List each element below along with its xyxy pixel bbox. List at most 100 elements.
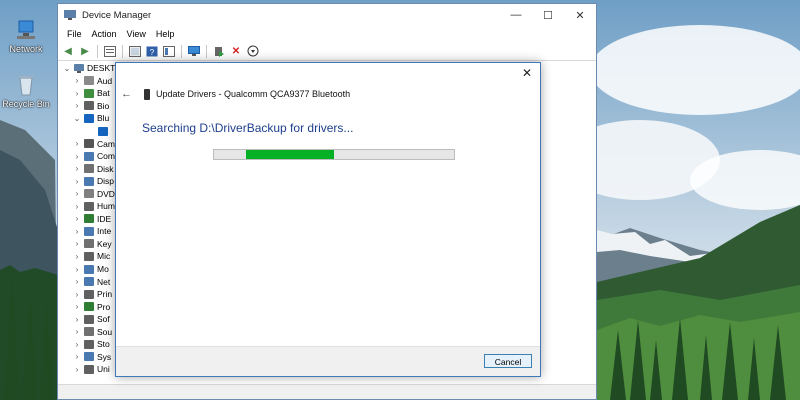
help-icon[interactable]: ? [145,44,159,58]
tree-item-label: Disp [97,176,115,187]
progress-bar-fill [246,150,334,159]
tree-item-label: Cam [97,138,115,149]
device-category-icon [84,339,94,349]
device-category-icon [84,264,94,274]
chevron-right-icon[interactable]: › [72,189,82,198]
device-category-icon [84,327,94,337]
chevron-right-icon[interactable]: › [72,252,82,261]
tree-item-label: Hum [97,201,115,212]
chevron-right-icon[interactable]: › [72,340,82,349]
monitor-icon[interactable] [187,44,201,58]
menu-action[interactable]: Action [87,29,122,39]
device-category-icon [84,239,94,249]
back-arrow-icon[interactable]: ← [121,88,132,100]
device-category-icon [84,176,94,186]
device-category-icon [84,352,94,362]
minimize-button[interactable]: — [500,4,532,26]
tree-item-label: Sto [97,339,110,350]
chevron-right-icon[interactable]: › [72,89,82,98]
chevron-right-icon[interactable]: › [72,227,82,236]
device-category-icon [84,139,94,149]
tree-item-label: Sou [97,326,113,337]
toolbar-separator [122,44,123,58]
chevron-right-icon[interactable]: › [72,202,82,211]
device-category-icon [84,76,94,86]
chevron-right-icon[interactable]: › [72,352,82,361]
refresh-icon[interactable] [128,44,142,58]
device-category-icon [84,164,94,174]
device-category-icon [84,88,94,98]
chevron-right-icon[interactable]: › [72,239,82,248]
tree-item-label: Key [97,238,112,249]
menu-view[interactable]: View [122,29,151,39]
desktop-icon-recycle-bin[interactable]: Recycle Bin [0,73,52,109]
chevron-right-icon[interactable]: › [72,101,82,110]
chevron-right-icon[interactable]: › [72,164,82,173]
tree-item-label: Bio [97,100,110,111]
computer-icon [74,63,84,73]
device-category-icon [98,126,108,136]
chevron-right-icon[interactable]: › [72,302,82,311]
tree-item-label: Blu [97,113,110,124]
chevron-right-icon[interactable]: › [72,315,82,324]
dialog-footer: Cancel [116,346,540,376]
uninstall-icon[interactable]: ✕ [229,44,243,58]
toolbar-separator [206,44,207,58]
close-button[interactable]: ✕ [564,4,596,26]
device-category-icon [84,314,94,324]
chevron-right-icon[interactable]: › [72,365,82,374]
chevron-right-icon[interactable]: › [72,177,82,186]
update-drivers-dialog: ✕ ← Update Drivers - Qualcomm QCA9377 Bl… [115,62,541,377]
download-icon[interactable] [246,44,260,58]
back-icon[interactable]: ◀ [61,44,75,58]
dialog-close-button[interactable]: ✕ [520,66,534,80]
chevron-right-icon[interactable]: › [72,290,82,299]
device-category-icon [84,101,94,111]
device-manager-icon [64,10,76,20]
tree-item-label: Sys [97,351,112,362]
toolbar: ◀ ▶ ? ✕ [58,42,596,61]
forward-icon[interactable]: ▶ [78,44,92,58]
update-driver-icon[interactable] [212,44,226,58]
desktop-icon-label: Network [9,44,43,54]
svg-text:?: ? [150,48,155,57]
tree-item-label: Uni [97,364,110,375]
maximize-button[interactable]: ☐ [532,4,564,26]
tree-item-label: Prin [97,289,113,300]
tree-item-label: Aud [97,75,113,86]
device-category-icon [84,201,94,211]
device-category-icon [84,113,94,123]
device-category-icon [84,277,94,287]
tree-item-label: IDE [97,213,112,224]
properties-icon[interactable] [103,44,117,58]
cancel-button[interactable]: Cancel [484,354,532,368]
device-category-icon [84,302,94,312]
recycle-bin-icon [13,73,39,97]
desktop-icon-label: Recycle Bin [2,99,50,109]
chevron-right-icon[interactable]: › [72,76,82,85]
chevron-right-icon[interactable]: › [72,214,82,223]
search-status-text: Searching D:\DriverBackup for drivers... [142,121,354,135]
chevron-right-icon[interactable]: › [72,152,82,161]
chevron-down-icon[interactable]: ⌄ [72,114,82,123]
desktop-icon-network[interactable]: Network [0,18,52,54]
tree-item-label: Pro [97,301,111,312]
network-icon [13,18,39,42]
chevron-right-icon[interactable]: › [72,265,82,274]
chevron-right-icon[interactable]: › [72,139,82,148]
title-bar[interactable]: Device Manager — ☐ ✕ [58,4,596,26]
device-category-icon [84,289,94,299]
status-bar [58,384,596,399]
dialog-title: Update Drivers - Qualcomm QCA9377 Blueto… [156,89,351,99]
chevron-right-icon[interactable]: › [72,327,82,336]
toolbar-separator [97,44,98,58]
device-category-icon [84,214,94,224]
chevron-right-icon[interactable]: › [72,277,82,286]
menu-file[interactable]: File [62,29,87,39]
tree-item-label: Mic [97,251,111,262]
menu-help[interactable]: Help [151,29,180,39]
chevron-down-icon[interactable]: ⌄ [62,64,72,73]
view-icon[interactable] [162,44,176,58]
tree-item-label: Bat [97,88,110,99]
progress-bar [213,149,455,160]
